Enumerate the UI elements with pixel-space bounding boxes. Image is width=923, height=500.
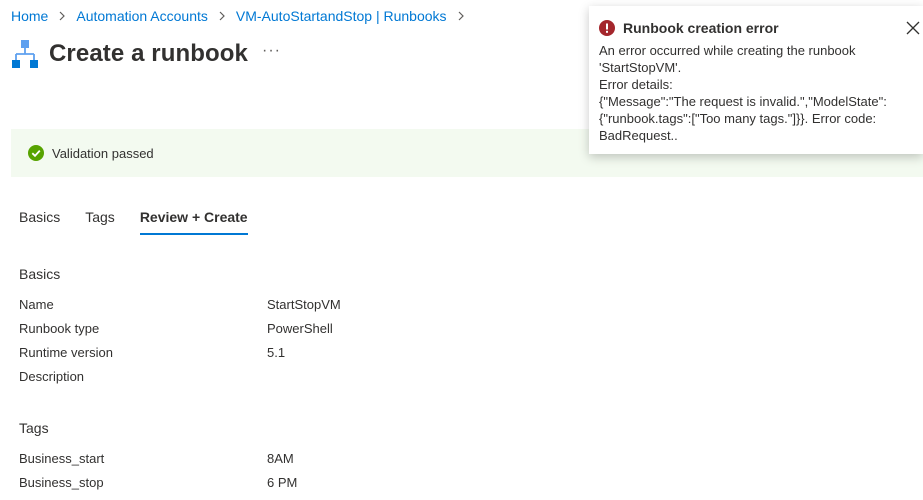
more-options-button[interactable]: ··· [262,42,281,60]
section-title-basics: Basics [19,266,61,282]
row-label: Business_start [19,451,105,466]
row-value: 6 PM [267,475,298,490]
summary-row: Business_stop 6 PM [19,475,619,490]
page-title: Create a runbook [49,40,248,67]
breadcrumb-automation-accounts[interactable]: Automation Accounts [76,8,208,24]
summary-row: Description [19,369,619,384]
row-value: 5.1 [267,345,286,360]
row-label: Runbook type [19,321,100,336]
breadcrumb-home[interactable]: Home [11,8,48,24]
chevron-right-icon [55,8,69,24]
error-icon [599,20,615,36]
notification-title: Runbook creation error [623,20,779,36]
row-label: Description [19,369,85,384]
close-icon[interactable] [905,20,921,36]
breadcrumb: Home Automation Accounts VM-AutoStartand… [11,8,475,24]
row-value: StartStopVM [267,297,341,312]
tab-review-create[interactable]: Review + Create [139,209,248,235]
runbook-icon [11,36,39,72]
page-header: Create a runbook [11,36,248,72]
row-label: Name [19,297,54,312]
summary-row: Runbook type PowerShell [19,321,619,336]
chevron-right-icon [454,8,468,24]
summary-row: Business_start 8AM [19,451,619,466]
message-line: 'StartStopVM'. [599,60,682,75]
check-circle-icon [28,145,44,161]
message-line: BadRequest.. [599,128,678,143]
validation-status-text: Validation passed [52,145,154,161]
row-value: PowerShell [267,321,333,336]
row-label: Runtime version [19,345,113,360]
error-notification: Runbook creation error An error occurred… [589,6,923,154]
section-title-tags: Tags [19,420,49,436]
message-line: {"Message":"The request is invalid.","Mo… [599,94,887,109]
wizard-tabs: Basics Tags Review + Create [19,209,273,235]
tab-tags[interactable]: Tags [85,209,115,235]
notification-header: Runbook creation error [599,20,913,36]
row-value: 8AM [267,451,294,466]
notification-message: An error occurred while creating the run… [599,42,913,144]
message-line: {"runbook.tags":["Too many tags."]}}. Er… [599,111,877,126]
row-label: Business_stop [19,475,104,490]
summary-row: Name StartStopVM [19,297,619,312]
message-line: Error details: [599,77,673,92]
chevron-right-icon [215,8,229,24]
tab-basics[interactable]: Basics [19,209,60,235]
message-line: An error occurred while creating the run… [599,43,856,58]
breadcrumb-runbooks[interactable]: VM-AutoStartandStop | Runbooks [236,8,447,24]
summary-row: Runtime version 5.1 [19,345,619,360]
